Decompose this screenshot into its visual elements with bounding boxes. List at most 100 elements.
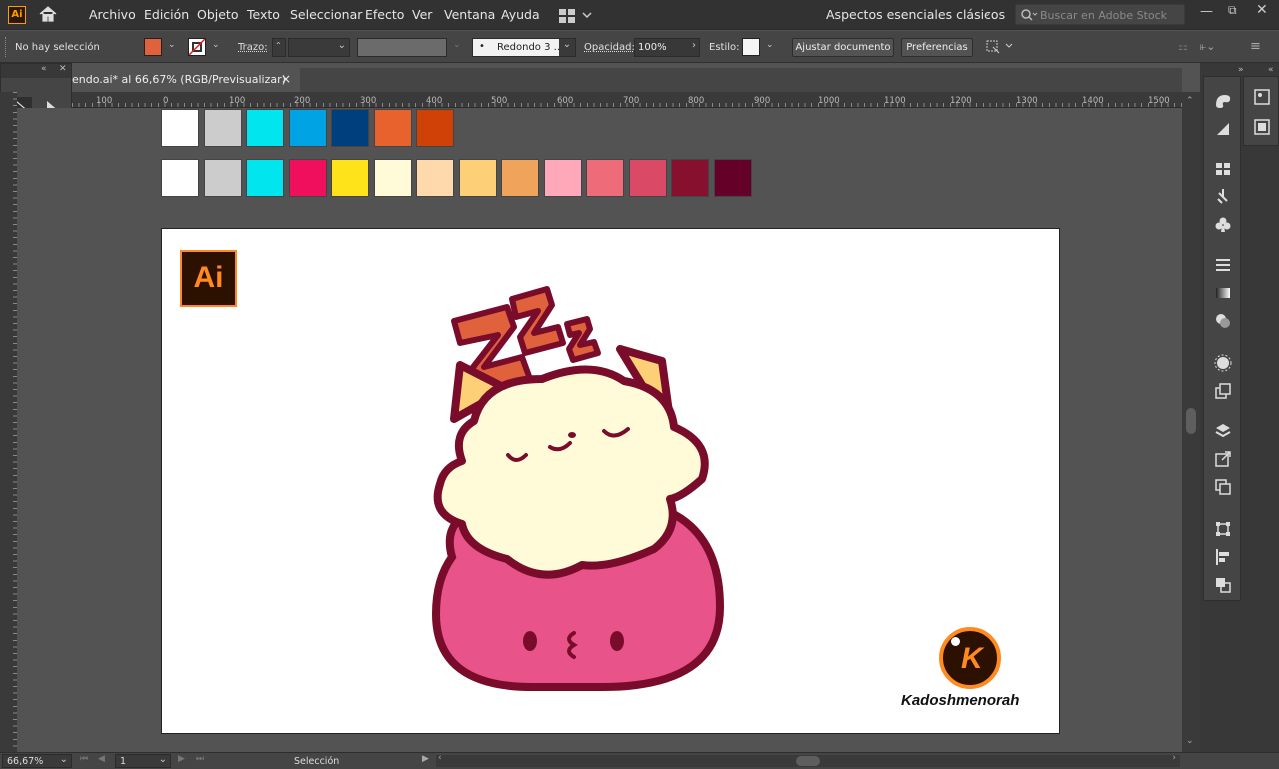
stroke-label[interactable]: Trazo: xyxy=(238,42,268,53)
transform-icon[interactable]: ⫦⌄ xyxy=(1200,40,1215,54)
appearance-panel-icon[interactable] xyxy=(1213,353,1233,373)
canvas-color-swatch[interactable] xyxy=(501,159,539,197)
previous-artboard-icon[interactable]: ◀ xyxy=(98,754,105,764)
profile-dropdown-icon[interactable]: ⌄ xyxy=(453,40,461,50)
artboard-number-dropdown[interactable]: 1 ⌄ xyxy=(115,754,171,768)
transform-panel-icon[interactable] xyxy=(1213,519,1233,539)
collapse-icon[interactable]: « xyxy=(41,64,47,74)
vertical-scroll-thumb[interactable] xyxy=(1186,408,1196,434)
fill-dropdown-icon[interactable]: ⌄ xyxy=(168,40,176,50)
canvas-color-swatch[interactable] xyxy=(288,159,327,197)
artboards-panel-icon[interactable] xyxy=(1213,477,1233,497)
restore-icon[interactable]: ⧉ xyxy=(1228,3,1237,18)
scroll-down-icon[interactable]: ⌄ xyxy=(1186,736,1194,746)
minimize-icon[interactable]: — xyxy=(1200,4,1213,19)
canvas-color-swatch[interactable] xyxy=(671,159,709,197)
preferences-button[interactable]: Preferencias xyxy=(901,38,973,57)
canvas-color-swatch[interactable] xyxy=(246,159,284,197)
canvas-color-swatch[interactable] xyxy=(416,159,454,197)
workspace-chevron-icon[interactable]: ⌄ xyxy=(983,8,991,19)
canvas-color-swatch[interactable] xyxy=(246,109,284,147)
fill-color-swatch[interactable] xyxy=(144,38,162,56)
vertical-scrollbar[interactable]: ⌃ ⌄ xyxy=(1182,92,1200,752)
watermark-text: Kadoshmenorah xyxy=(901,692,1020,709)
panel-menu-icon[interactable]: ≡ xyxy=(1250,39,1261,54)
stroke-stepper[interactable]: ⌃ xyxy=(272,38,286,57)
variable-width-profile[interactable] xyxy=(357,38,447,57)
selection-options-icon[interactable] xyxy=(985,39,1015,59)
align-icon[interactable]: ⚏ xyxy=(1178,40,1188,53)
symbols-panel-icon[interactable] xyxy=(1213,215,1233,235)
align-panel-icon[interactable] xyxy=(1213,547,1233,567)
canvas-color-swatch[interactable] xyxy=(458,159,497,197)
menu-archivo[interactable]: Archivo xyxy=(89,7,136,22)
close-tab-icon[interactable]: × xyxy=(281,72,291,86)
swatches-panel-icon[interactable] xyxy=(1213,159,1233,179)
opacity-value: 100% xyxy=(638,42,667,53)
brush-definition-dropdown[interactable]: • Redondo 3 ... ⌄ xyxy=(472,38,576,57)
properties-panel-icon[interactable] xyxy=(1252,117,1272,137)
brushes-panel-icon[interactable] xyxy=(1213,187,1233,207)
document-tab[interactable]: endo.ai* al 66,67% (RGB/Previsualizar) × xyxy=(72,68,300,92)
horizontal-scrollbar[interactable]: ‹ › xyxy=(436,753,1180,767)
next-artboard-icon[interactable]: ▶ xyxy=(178,754,185,764)
artboard[interactable]: Ai K Kadoshmenorah xyxy=(161,228,1060,734)
stock-search-input[interactable]: Buscar en Adobe Stock xyxy=(1015,4,1185,25)
canvas-color-swatch[interactable] xyxy=(586,159,624,197)
graphic-style-swatch[interactable] xyxy=(742,38,760,56)
canvas-color-swatch[interactable] xyxy=(203,159,242,197)
scroll-right-icon[interactable]: › xyxy=(1172,753,1176,763)
color-panel-icon[interactable] xyxy=(1213,91,1233,111)
scroll-up-icon[interactable]: ⌃ xyxy=(1186,96,1194,106)
close-panel-icon[interactable]: ✕ xyxy=(59,64,67,74)
opacity-label[interactable]: Opacidad: xyxy=(584,42,635,53)
menu-efecto[interactable]: Efecto xyxy=(365,7,404,22)
libraries-panel-icon[interactable] xyxy=(1252,87,1272,107)
menu-ventana[interactable]: Ventana xyxy=(444,7,495,22)
style-dropdown-icon[interactable]: ⌄ xyxy=(766,40,774,50)
canvas-color-swatch[interactable] xyxy=(543,159,582,197)
canvas-color-swatch[interactable] xyxy=(288,109,327,147)
menu-ver[interactable]: Ver xyxy=(412,7,432,22)
menu-texto[interactable]: Texto xyxy=(247,7,280,22)
stroke-weight-input[interactable]: ⌄ xyxy=(288,38,350,57)
expand-panels-icon[interactable]: » xyxy=(1238,65,1244,75)
menu-seleccionar[interactable]: Seleccionar xyxy=(290,7,362,22)
canvas-color-swatch[interactable] xyxy=(373,159,412,197)
canvas-color-swatch[interactable] xyxy=(713,159,752,197)
status-menu-icon[interactable]: ▶ xyxy=(422,754,429,764)
canvas-color-swatch[interactable] xyxy=(161,159,199,197)
transparency-panel-icon[interactable] xyxy=(1213,311,1233,331)
gradient-panel-icon[interactable] xyxy=(1213,283,1233,303)
stroke-panel-icon[interactable] xyxy=(1213,255,1233,275)
pathfinder-panel-icon[interactable] xyxy=(1213,575,1233,595)
zoom-dropdown[interactable]: 66,67% ⌄ xyxy=(2,754,72,768)
horizontal-scroll-thumb[interactable] xyxy=(796,756,820,766)
stroke-dropdown-icon[interactable]: ⌄ xyxy=(212,40,220,50)
home-icon[interactable] xyxy=(38,5,58,27)
canvas-color-swatch[interactable] xyxy=(373,109,412,147)
canvas-color-swatch[interactable] xyxy=(331,159,369,197)
arrange-documents-icon[interactable] xyxy=(559,8,593,27)
scroll-left-icon[interactable]: ‹ xyxy=(438,753,442,763)
stroke-color-swatch[interactable] xyxy=(188,38,206,56)
fit-document-button[interactable]: Ajustar documento xyxy=(792,38,894,57)
close-window-icon[interactable]: ✕ xyxy=(1256,2,1268,18)
expand-panels-icon-2[interactable]: « xyxy=(1268,65,1274,75)
menu-ayuda[interactable]: Ayuda xyxy=(501,7,540,22)
canvas-color-swatch[interactable] xyxy=(416,109,454,147)
canvas-color-swatch[interactable] xyxy=(203,109,242,147)
workspace-switcher[interactable]: Aspectos esenciales clásicos xyxy=(826,7,1005,22)
export-icon[interactable] xyxy=(1213,449,1233,469)
color-guide-icon[interactable] xyxy=(1213,119,1233,139)
menu-edicion[interactable]: Edición xyxy=(144,7,189,22)
canvas-color-swatch[interactable] xyxy=(161,109,199,147)
layers-panel-icon[interactable] xyxy=(1213,421,1233,441)
last-artboard-icon[interactable]: ⏭ xyxy=(196,754,204,764)
menu-objeto[interactable]: Objeto xyxy=(197,7,239,22)
canvas-color-swatch[interactable] xyxy=(628,159,667,197)
opacity-input[interactable]: 100% › xyxy=(634,38,700,57)
canvas-color-swatch[interactable] xyxy=(331,109,369,147)
graphic-styles-panel-icon[interactable] xyxy=(1213,381,1233,401)
first-artboard-icon[interactable]: ⏮ xyxy=(80,754,88,764)
